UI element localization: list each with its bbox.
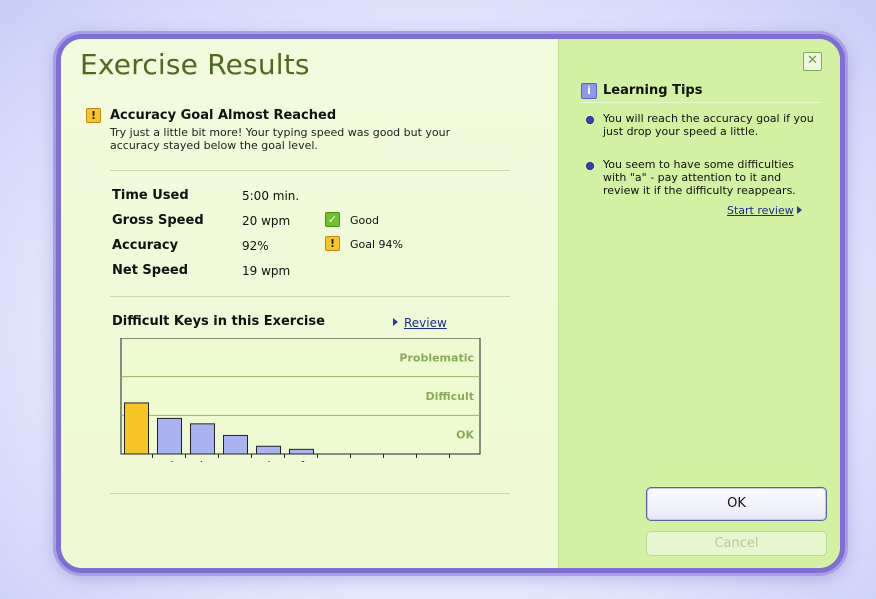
chart-band-label: Difficult: [425, 390, 474, 403]
ok-button[interactable]: OK: [646, 487, 827, 521]
warning-icon: !: [86, 108, 101, 123]
chart-bar: [124, 402, 149, 455]
stat-label-time-used: Time Used: [112, 188, 189, 203]
dialog-title: Exercise Results: [80, 48, 310, 81]
difficult-keys-chart: Problematic Difficult OK a d k s l f: [120, 338, 481, 462]
cancel-button[interactable]: Cancel: [646, 531, 827, 556]
tips-title: Learning Tips: [603, 83, 703, 98]
review-link[interactable]: Review: [393, 316, 447, 330]
stat-label-accuracy: Accuracy: [112, 238, 179, 253]
checkmark-icon: ✓: [325, 212, 340, 227]
stat-value-gross-speed: 20 wpm: [242, 214, 291, 228]
triangle-right-icon: [796, 206, 802, 214]
chart-bar: [157, 417, 182, 455]
divider: [110, 296, 510, 297]
start-review-label: Start review: [727, 204, 794, 217]
chart-band-label: Problematic: [399, 351, 474, 364]
stat-label-net-speed: Net Speed: [112, 263, 189, 278]
chart-key-label: k: [200, 459, 207, 462]
close-button[interactable]: ✕: [803, 52, 822, 71]
chart-key-label: a: [134, 459, 141, 462]
exercise-results-dialog: Exercise Results ! Accuracy Goal Almost …: [56, 34, 845, 573]
stat-note-accuracy: Goal 94%: [350, 238, 403, 251]
chart-key-label: d: [167, 459, 174, 462]
tip-item: You seem to have some difficulties with …: [603, 158, 796, 197]
goal-heading: Accuracy Goal Almost Reached: [110, 108, 337, 123]
learning-tips-pane: ✕ i Learning Tips You will reach the acc…: [558, 39, 840, 568]
chart-bar: [190, 423, 215, 455]
chart-key-label: l: [267, 459, 270, 462]
stat-value-accuracy: 92%: [242, 239, 269, 253]
warning-icon: !: [325, 236, 340, 251]
start-review-link[interactable]: Start review: [727, 204, 802, 217]
bullet-icon: [586, 162, 594, 170]
chart-band-label: OK: [456, 429, 474, 442]
divider: [110, 493, 510, 494]
tip-item: You will reach the accuracy goal if you …: [603, 112, 814, 138]
results-pane: Exercise Results ! Accuracy Goal Almost …: [61, 39, 558, 568]
bullet-icon: [586, 116, 594, 124]
chart-bar: [289, 448, 314, 455]
chart-key-label: f: [300, 459, 305, 462]
chart-bar: [223, 434, 248, 455]
stat-note-gross-speed: Good: [350, 214, 379, 227]
divider: [110, 170, 510, 171]
difficult-keys-title: Difficult Keys in this Exercise: [112, 314, 325, 329]
goal-text: Try just a little bit more! Your typing …: [110, 126, 451, 152]
divider: [580, 102, 820, 103]
close-icon: ✕: [807, 53, 818, 68]
review-link-label: Review: [404, 316, 447, 330]
info-icon: i: [581, 83, 597, 99]
chart-bar: [256, 445, 281, 455]
stat-value-net-speed: 19 wpm: [242, 264, 291, 278]
stat-label-gross-speed: Gross Speed: [112, 213, 204, 228]
stat-value-time-used: 5:00 min.: [242, 189, 300, 203]
triangle-right-icon: [393, 318, 398, 326]
chart-key-label: s: [233, 459, 239, 462]
